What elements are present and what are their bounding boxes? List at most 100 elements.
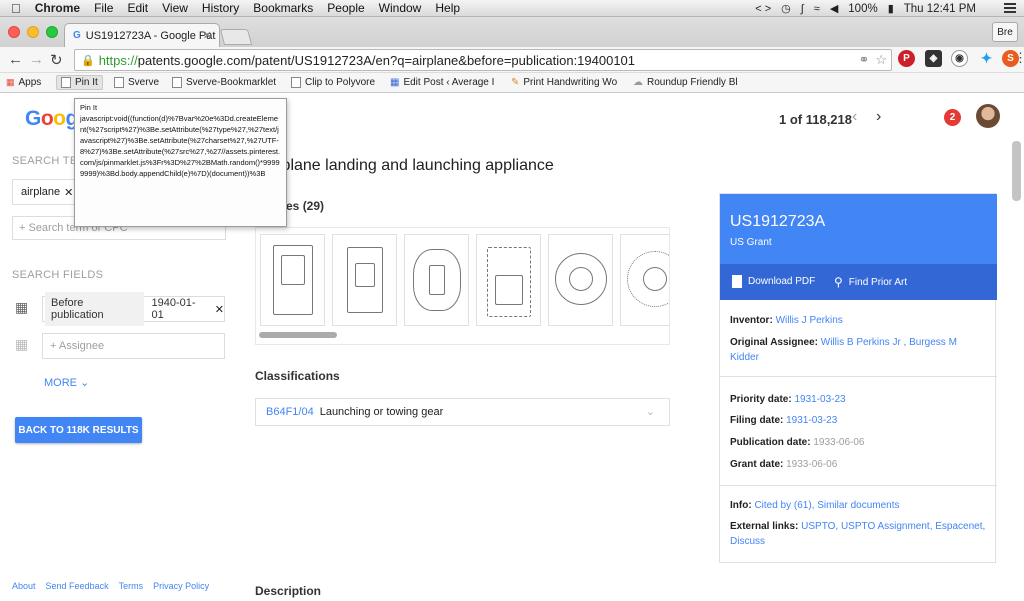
footer-privacy[interactable]: Privacy Policy [153,581,209,591]
classification-description: Launching or towing gear [319,406,444,418]
info-row: Info: Cited by (61), Similar documents [730,500,900,511]
window-minimize-button[interactable] [27,26,39,38]
menu-history[interactable]: History [202,1,239,15]
download-pdf-button[interactable]: Download PDF [732,275,815,288]
filing-date-row: Filing date: 1931-03-23 [730,415,838,426]
apple-icon[interactable]:  [11,1,21,16]
patent-drawing-thumbnail[interactable] [548,234,613,326]
assignee-input[interactable]: + Assignee [42,333,225,359]
bookmark-roundup[interactable]: ☁ Roundup Friendly Bl [633,77,738,88]
classification-row[interactable]: B64F1/04 Launching or towing gear ⌄ [255,398,670,426]
chevron-left-icon[interactable]: ‹ [852,108,857,126]
page-icon [291,77,301,88]
time-machine-icon[interactable]: ◷ [781,2,791,15]
menu-app-name[interactable]: Chrome [35,1,80,15]
window-close-button[interactable] [8,26,20,38]
reload-icon[interactable]: ↻ [50,51,63,69]
tab-strip: G US1912723A - Google Pat ✕ Bre [0,17,1024,47]
patent-drawing-thumbnail[interactable] [332,234,397,326]
document-icon [732,275,742,288]
footer-terms[interactable]: Terms [119,581,144,591]
patent-image-strip[interactable] [255,227,670,345]
apps-grid-icon: ▦ [6,77,15,87]
bookmark-print-handwriting[interactable]: ✎ Print Handwriting Wo [511,77,617,88]
footer-links: About Send Feedback Terms Privacy Policy [12,581,209,591]
priority-date-row: Priority date: 1931-03-23 [730,394,846,405]
footer-send-feedback[interactable]: Send Feedback [46,581,109,591]
owl-extension-icon[interactable]: ◉ [951,50,968,67]
bookmark-pin-it[interactable]: Pin It [56,75,103,90]
avatar[interactable] [976,104,1000,128]
inventor-link[interactable]: Willis J Perkins [776,315,843,326]
pinterest-extension-icon[interactable]: P [898,50,915,67]
url-scheme: https:// [98,52,138,68]
bookmark-sverve[interactable]: Sverve [114,77,159,88]
menu-bookmarks[interactable]: Bookmarks [253,1,313,15]
patent-drawing-thumbnail[interactable] [260,234,325,326]
info-links[interactable]: Cited by (61), Similar documents [754,500,899,511]
menu-view[interactable]: View [162,1,188,15]
chevron-right-icon[interactable]: › [876,108,881,126]
divider [720,376,997,377]
tab-active[interactable]: G US1912723A - Google Pat ✕ [64,23,220,47]
result-pager: 1 of 118,218 [779,112,852,127]
find-prior-art-button[interactable]: ⚲ Find Prior Art [834,275,907,289]
card-header: US1912723A US Grant [720,194,997,264]
page-scrollbar[interactable] [1012,141,1021,201]
classification-code[interactable]: B64F1/04 [266,406,314,418]
close-icon[interactable]: ✕ [215,303,224,316]
chevron-down-icon[interactable]: ⌄ [646,405,655,418]
volume-icon[interactable]: ◀ [830,2,838,15]
new-tab-button[interactable] [219,29,253,45]
shield-extension-icon[interactable]: ◈ [925,50,942,67]
notification-badge[interactable]: 2 [944,109,961,126]
lock-icon: 🔒 [81,54,95,67]
patent-drawing-thumbnail[interactable] [620,234,669,326]
search-term-chip[interactable]: airplane ✕ [12,179,83,205]
profile-button[interactable]: Bre [992,22,1018,42]
close-icon[interactable]: ✕ [64,186,73,199]
key-icon[interactable]: ⚭ [858,52,869,68]
url-text: patents.google.com/patent/US1912723A/en?… [137,52,636,68]
chevron-down-icon: ⌄ [80,377,90,389]
patent-drawing-thumbnail[interactable] [404,234,469,326]
battery-icon[interactable]: ▮ [888,2,894,15]
publication-date-row: Publication date: 1933-06-06 [730,437,865,448]
wifi-icon[interactable]: ≈ [814,3,820,15]
code-brackets-icon[interactable]: < > [755,3,771,15]
before-publication-field[interactable]: Before publication 1940-01-01 ✕ [42,292,225,326]
bookmark-edit-post[interactable]: ▦ Edit Post ‹ Average I [390,77,494,88]
bookmark-sverve-bookmarklet[interactable]: Sverve-Bookmarklet [172,77,276,88]
feather-extension-icon[interactable]: ✦ [978,50,995,67]
cloud-icon: ☁ [633,77,643,88]
image-strip-scrollbar[interactable] [259,332,337,338]
menu-people[interactable]: People [327,1,364,15]
grid-icon: ▦ [390,77,400,88]
menu-file[interactable]: File [94,1,113,15]
bluetooth-icon[interactable]: ∫ [801,3,804,15]
back-to-results-button[interactable]: BACK TO 118K RESULTS [15,417,142,443]
card-actions: Download PDF ⚲ Find Prior Art [720,264,997,300]
notification-center-icon[interactable] [1004,3,1016,13]
calendar-icon: ▦ [15,299,29,315]
bookmark-apps[interactable]: ▦ Apps [6,77,41,88]
tab-close-icon[interactable]: ✕ [203,29,212,42]
more-fields-link[interactable]: MORE ⌄ [44,376,89,389]
clock[interactable]: Thu 12:41 PM [904,3,976,15]
window-zoom-button[interactable] [46,26,58,38]
chrome-menu-icon[interactable]: ⋮ [1014,50,1024,66]
classifications-heading: Classifications [255,369,340,383]
bookmark-clip-to-polyvore[interactable]: Clip to Polyvore [291,77,375,88]
footer-about[interactable]: About [12,581,36,591]
building-icon: ▦ [15,336,29,352]
forward-arrow-icon[interactable]: → [29,51,44,68]
menu-window[interactable]: Window [379,1,422,15]
menu-help[interactable]: Help [435,1,460,15]
search-fields-label: SEARCH FIELDS [12,269,104,281]
bookmark-star-icon[interactable]: ☆ [875,52,887,68]
page-icon [172,77,182,88]
back-arrow-icon[interactable]: ← [8,51,23,68]
patent-drawing-thumbnail[interactable] [476,234,541,326]
address-bar[interactable]: 🔒 https:// patents.google.com/patent/US1… [74,49,892,71]
menu-edit[interactable]: Edit [127,1,148,15]
